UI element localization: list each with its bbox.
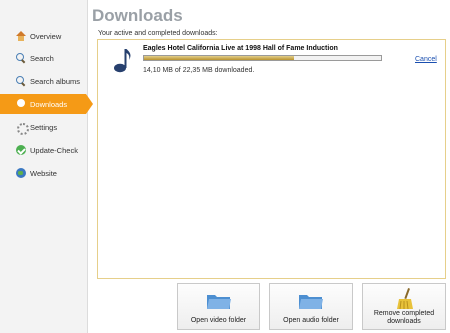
folder-icon <box>299 295 323 309</box>
download-icon <box>16 99 26 109</box>
sidebar-item-website[interactable]: Website <box>0 163 88 183</box>
broom-icon <box>397 288 413 310</box>
download-progress-bar <box>143 55 382 61</box>
sidebar-item-overview[interactable]: Overview <box>0 26 88 46</box>
sidebar-item-label: Overview <box>30 31 62 41</box>
sidebar-item-label: Downloads <box>30 99 68 109</box>
sidebar-item-settings[interactable]: Settings <box>0 117 88 137</box>
gear-icon <box>16 122 29 135</box>
sidebar: Overview Search Search albums Downloads … <box>0 0 93 333</box>
download-title: Eagles Hotel California Live at 1998 Hal… <box>143 45 338 52</box>
globe-icon <box>16 168 26 178</box>
check-icon <box>16 145 26 155</box>
open-audio-folder-button[interactable]: Open audio folder <box>269 283 353 330</box>
page-subtitle: Your active and completed downloads: <box>98 30 218 37</box>
button-label: Open video folder <box>190 317 247 324</box>
download-progress-fill <box>144 56 294 60</box>
home-icon <box>16 31 26 41</box>
sidebar-item-label: Update-Check <box>30 145 78 155</box>
sidebar-item-label: Settings <box>30 122 58 132</box>
sidebar-item-search[interactable]: Search <box>0 48 88 68</box>
remove-completed-downloads-button[interactable]: Remove completed downloads <box>362 283 446 330</box>
button-label: Remove completed downloads <box>373 310 435 325</box>
page-title: Downloads <box>92 6 183 25</box>
sidebar-item-label: Search albums <box>30 76 81 86</box>
sidebar-item-search-albums[interactable]: Search albums <box>0 71 88 91</box>
music-note-icon <box>114 49 131 73</box>
downloads-panel: Eagles Hotel California Live at 1998 Hal… <box>97 39 446 279</box>
cancel-link[interactable]: Cancel <box>415 56 437 63</box>
button-label: Open audio folder <box>283 317 339 324</box>
sidebar-item-downloads[interactable]: Downloads <box>0 94 93 114</box>
sidebar-item-label: Search <box>30 53 54 63</box>
search-icon <box>16 53 26 63</box>
search-icon <box>16 76 26 86</box>
sidebar-item-update-check[interactable]: Update-Check <box>0 140 88 160</box>
folder-icon <box>206 295 231 309</box>
open-video-folder-button[interactable]: Open video folder <box>177 283 260 330</box>
sidebar-item-label: Website <box>30 168 57 178</box>
download-status: 14,10 MB of 22,35 MB downloaded. <box>143 67 255 74</box>
download-item: Eagles Hotel California Live at 1998 Hal… <box>99 41 444 79</box>
